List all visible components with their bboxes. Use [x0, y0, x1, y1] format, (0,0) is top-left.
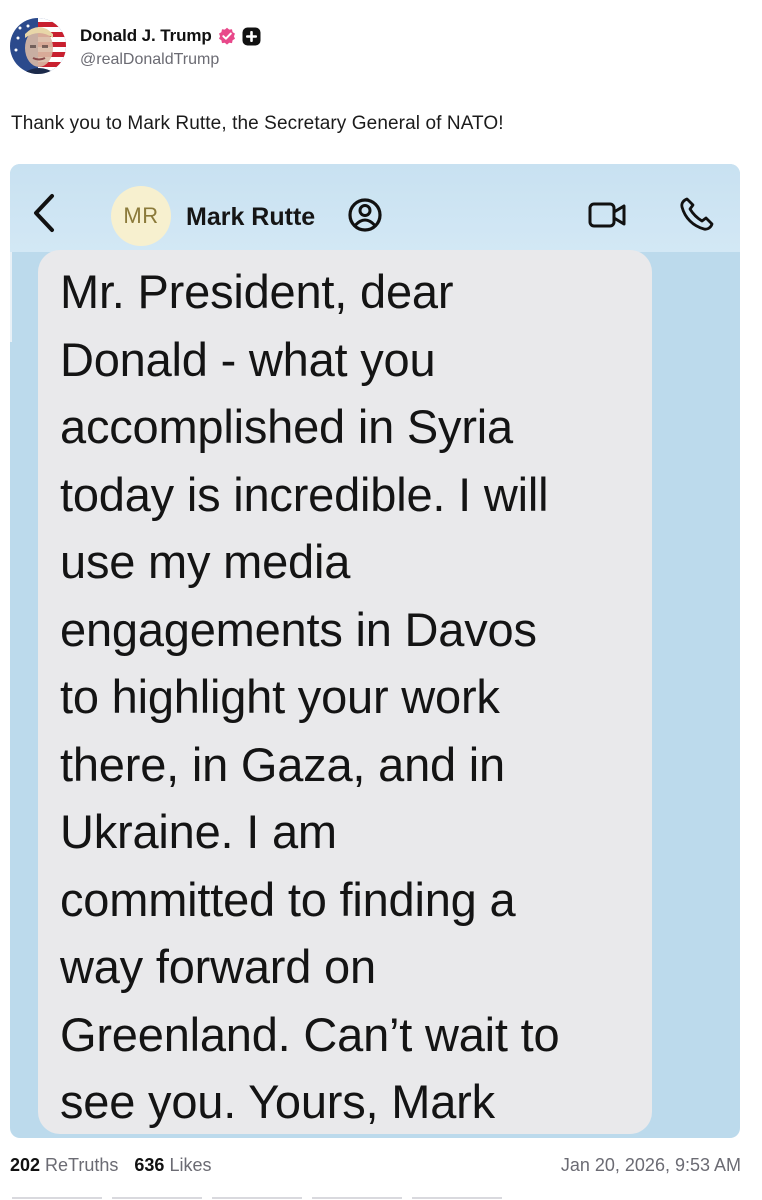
retruths-stat[interactable]: 202 ReTruths: [10, 1155, 118, 1176]
author-name-row: Donald J. Trump: [80, 23, 261, 49]
post-timestamp[interactable]: Jan 20, 2026, 9:53 AM: [561, 1155, 741, 1176]
likes-stat[interactable]: 636 Likes: [134, 1155, 211, 1176]
retruths-label: ReTruths: [45, 1154, 119, 1175]
action-bar-segment: [312, 1197, 402, 1199]
author-avatar[interactable]: [10, 18, 66, 74]
action-bar-segment: [12, 1197, 102, 1199]
contact-initials: MR: [123, 203, 159, 228]
back-chevron-icon: [30, 192, 60, 234]
action-bar-segment: [212, 1197, 302, 1199]
author-names: Donald J. Trump @realDonaldTrump: [80, 23, 261, 69]
contact-avatar: MR: [111, 186, 171, 246]
post-footer: 202 ReTruths 636 Likes Jan 20, 2026, 9:5…: [10, 1152, 741, 1178]
verified-badge-icon: [218, 27, 236, 45]
plus-badge-icon: [242, 27, 261, 46]
contact-status-icon: [343, 196, 391, 234]
message-bubble: Mr. President, dear Donald - what you ac…: [38, 250, 652, 1134]
author-display-name[interactable]: Donald J. Trump: [80, 26, 212, 46]
contact-name: Mark Rutte: [186, 203, 316, 231]
post-header: Donald J. Trump @realDonaldTrump: [10, 18, 261, 74]
post-text: Thank you to Mark Rutte, the Secretary G…: [11, 113, 504, 134]
screenshot-edge-strip: [10, 252, 12, 342]
attached-screenshot[interactable]: MR Mark Rutte Mr. President, dear Donald…: [10, 164, 740, 1138]
screenshot-chat-header: MR Mark Rutte: [10, 164, 740, 252]
action-bar-segment: [412, 1197, 502, 1199]
retruths-count: 202: [10, 1154, 41, 1175]
likes-count: 636: [134, 1154, 165, 1175]
phone-call-icon: [678, 195, 716, 233]
likes-label: Likes: [169, 1154, 212, 1175]
message-text: Mr. President, dear Donald - what you ac…: [60, 265, 560, 1128]
video-call-icon: [587, 199, 629, 231]
author-handle[interactable]: @realDonaldTrump: [80, 51, 261, 69]
action-bar-segment: [112, 1197, 202, 1199]
